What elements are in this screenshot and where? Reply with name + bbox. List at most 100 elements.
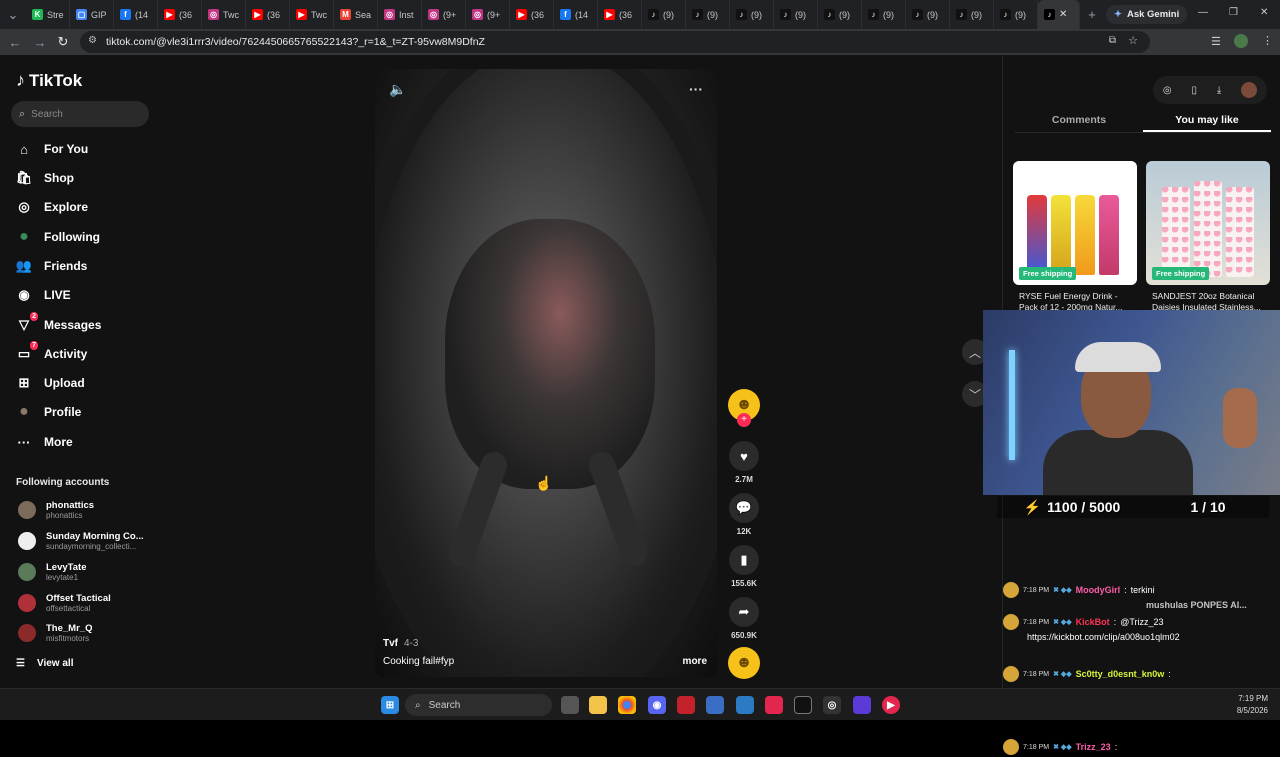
minimize-window-icon[interactable]: —	[1198, 7, 1208, 18]
browser-tab[interactable]: ♪ (9)	[862, 0, 906, 29]
browser-profile-avatar[interactable]	[1234, 34, 1248, 48]
vpn-icon[interactable]	[677, 696, 695, 714]
browser-tab[interactable]: ♪ (9)	[950, 0, 994, 29]
sidebar-item-profile[interactable]: ● Profile	[16, 400, 81, 424]
app-icon[interactable]	[736, 696, 754, 714]
search-input[interactable]: ⌕ Search	[11, 101, 149, 127]
sidebar-item-activity[interactable]: ▭ 7 Activity	[16, 341, 87, 366]
sidebar-item-friends[interactable]: 👥 Friends	[16, 254, 87, 278]
ask-gemini-button[interactable]: ✦ Ask Gemini	[1106, 5, 1188, 24]
back-arrow-icon[interactable]: ←	[3, 30, 27, 54]
user-avatar[interactable]	[1241, 82, 1258, 98]
browser-tab[interactable]: ◎ Twc	[202, 0, 246, 29]
caption-more-button[interactable]: more	[683, 656, 707, 667]
video-more-options-icon[interactable]: ···	[689, 81, 703, 97]
bookmark-icon: ▮	[729, 545, 759, 575]
sidebar-item-messages[interactable]: ▽ 2 Messages	[16, 312, 101, 337]
browser-tab[interactable]: ▢ GIP	[70, 0, 114, 29]
download-icon[interactable]: ⤓	[1217, 85, 1221, 96]
browser-tab[interactable]: ◎ (9+	[422, 0, 466, 29]
browser-tab[interactable]: f (14	[554, 0, 598, 29]
url-field[interactable]: ⚙ tiktok.com/@vle3i1rrr3/video/762445066…	[80, 31, 1150, 53]
sidebar-item-upload[interactable]: ⊞ Upload	[16, 371, 85, 395]
browser-tab[interactable]: ♪ (9)	[642, 0, 686, 29]
discord-icon[interactable]: ◉	[648, 696, 666, 714]
product-card[interactable]: Free shipping RYSE Fuel Energy Drink - P…	[1013, 161, 1137, 313]
reload-icon[interactable]: ↻	[51, 30, 75, 54]
sidebar-item-explore[interactable]: ◎ Explore	[16, 195, 88, 219]
video-author[interactable]: Tvf 4-3	[383, 638, 418, 649]
windows-start-icon[interactable]: ⊞	[381, 696, 399, 714]
browser-tab[interactable]: ▶ (36	[246, 0, 290, 29]
save-button[interactable]: ▮ 155.6K	[728, 545, 760, 588]
browser-tab[interactable]: ◎ (9+	[466, 0, 510, 29]
following-account-item[interactable]: phonattics phonattics	[18, 496, 94, 524]
phone-icon[interactable]: ▯	[1191, 85, 1197, 96]
following-account-item[interactable]: The_Mr_Q misfitmotors	[18, 619, 92, 647]
tab-title: (14	[575, 9, 589, 20]
task-view-icon[interactable]	[561, 696, 579, 714]
following-account-item[interactable]: LevyTate levytate1	[18, 558, 86, 586]
follow-plus-icon[interactable]: +	[737, 413, 751, 427]
tab-list-chevron-icon[interactable]: ⌄	[0, 3, 26, 27]
browser-tab[interactable]: K Stre	[26, 0, 70, 29]
system-clock[interactable]: 7:19 PM 8/5/2026	[1237, 693, 1268, 717]
following-account-item[interactable]: Offset Tactical offsettactical	[18, 589, 111, 617]
close-window-icon[interactable]: ✕	[1260, 7, 1268, 18]
browser-tab[interactable]: ♪ (9)	[730, 0, 774, 29]
obs-icon[interactable]: ◎	[823, 696, 841, 714]
sidebar-item-following[interactable]: ● Following	[16, 225, 100, 249]
tab-comments[interactable]: Comments	[1015, 107, 1143, 132]
video-author-name[interactable]: Tvf	[383, 638, 398, 649]
share-button[interactable]: ➦ 650.9K	[728, 597, 760, 640]
app-icon[interactable]	[706, 696, 724, 714]
chrome-icon[interactable]	[618, 696, 636, 714]
reading-list-icon[interactable]: ☰	[1211, 35, 1221, 48]
following-account-item[interactable]: Sunday Morning Co... sundaymorning_collec…	[18, 527, 144, 555]
sound-avatar-button[interactable]: ☻	[728, 647, 760, 679]
view-all-label: View all	[36, 657, 74, 669]
media-player-icon[interactable]: ▶	[882, 696, 900, 714]
browser-tab[interactable]: ♪ (9)	[774, 0, 818, 29]
like-button[interactable]: ♥ 2.7M	[728, 441, 760, 484]
capcut-icon[interactable]	[794, 696, 812, 714]
file-explorer-icon[interactable]	[589, 696, 607, 714]
browser-tab[interactable]: ▶ (36	[598, 0, 642, 29]
browser-tab[interactable]: ▶ Twc	[290, 0, 334, 29]
close-tab-icon[interactable]: ✕	[1059, 9, 1067, 20]
video-player[interactable]: 🔈 ··· ☝ Tvf 4-3 Cooking fail#fyp more	[375, 69, 717, 677]
install-app-icon[interactable]: ⧉	[1109, 35, 1116, 46]
app-icon[interactable]	[765, 696, 783, 714]
browser-tab[interactable]: ◎ Inst	[378, 0, 422, 29]
sidebar-item-shop[interactable]: 🛍 Shop	[16, 166, 74, 190]
site-info-icon[interactable]: ⚙	[88, 35, 97, 46]
taskbar-search[interactable]: ⌕ Search	[405, 694, 552, 716]
compass-icon[interactable]: ◎	[1163, 85, 1172, 96]
app-icon[interactable]	[853, 696, 871, 714]
browser-tab[interactable]: ▶ (36	[158, 0, 202, 29]
browser-tab[interactable]: ♪ (9)	[686, 0, 730, 29]
view-all-link[interactable]: ☰ View all	[16, 651, 73, 675]
author-avatar-button[interactable]: ☻ +	[728, 389, 760, 427]
restore-window-icon[interactable]: ❐	[1229, 7, 1238, 18]
sidebar-item-for-you[interactable]: ⌂ For You	[16, 137, 88, 161]
bookmark-star-icon[interactable]: ☆	[1128, 34, 1138, 47]
sidebar-item-live[interactable]: ◉ LIVE	[16, 283, 70, 307]
browser-tab[interactable]: ♪ (9)	[906, 0, 950, 29]
browser-menu-icon[interactable]: ⋮	[1262, 34, 1273, 47]
browser-tab[interactable]: M Sea	[334, 0, 378, 29]
new-tab-plus-icon[interactable]: +	[1080, 3, 1104, 27]
forward-arrow-icon[interactable]: →	[28, 30, 52, 54]
sidebar-item-more[interactable]: ··· More	[16, 430, 73, 454]
browser-tab[interactable]: ♪ (9)	[994, 0, 1038, 29]
active-tab[interactable]: ♪ ✕	[1038, 0, 1080, 29]
tiktok-logo[interactable]: ♪ TikTok	[16, 70, 82, 91]
account-name: Offset Tactical	[46, 593, 111, 604]
browser-tab[interactable]: f (14	[114, 0, 158, 29]
browser-tab[interactable]: ▶ (36	[510, 0, 554, 29]
product-card[interactable]: Free shipping SANDJEST 20oz Botanical Da…	[1146, 161, 1270, 313]
tab-you-may-like[interactable]: You may like	[1143, 107, 1271, 132]
browser-tab[interactable]: ♪ (9)	[818, 0, 862, 29]
mute-speaker-icon[interactable]: 🔈	[389, 81, 406, 98]
comment-button[interactable]: 💬 12K	[728, 493, 760, 536]
